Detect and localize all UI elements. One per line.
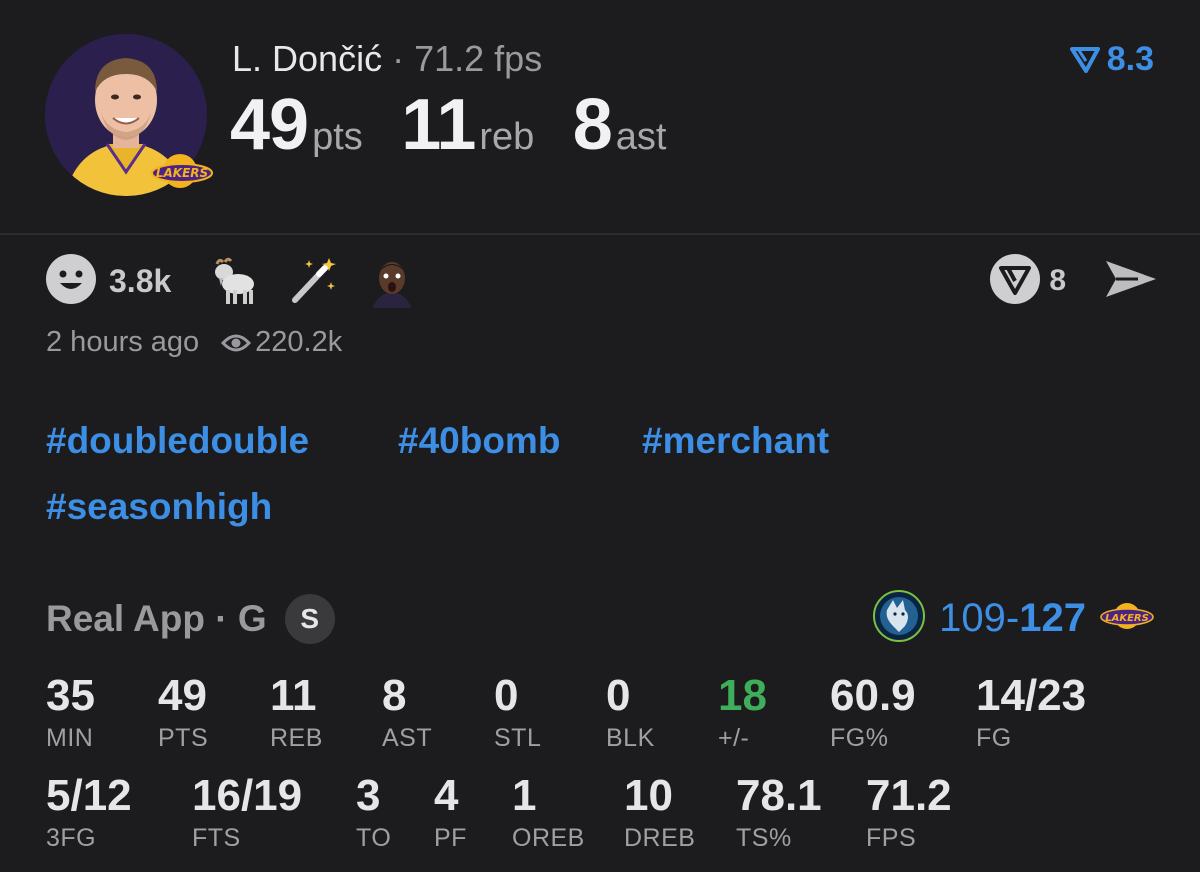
stat-value: 3 xyxy=(356,771,381,820)
player-name[interactable]: L. Dončić xyxy=(232,38,382,79)
stat-label: MIN xyxy=(46,724,94,752)
stat-label: DREB xyxy=(624,824,696,852)
post-meta: 2 hours ago 220.2k xyxy=(46,326,342,359)
stat-value: 1 xyxy=(512,771,537,820)
points-unit: pts xyxy=(312,116,363,158)
stat-to: 3 TO xyxy=(356,774,391,853)
hashtag-seasonhigh[interactable]: #seasonhigh xyxy=(46,486,272,528)
stat-label: BLK xyxy=(606,724,655,752)
view-counter: 220.2k xyxy=(221,326,342,359)
stat-value: 4 xyxy=(434,771,459,820)
stat-plus-minus: 18 +/- xyxy=(718,674,767,753)
rebounds-value: 11 xyxy=(401,85,476,165)
stat-value: 16/19 xyxy=(192,771,303,820)
reaction-count: 3.8k xyxy=(109,262,172,299)
points-value: 49 xyxy=(230,85,309,165)
hashtag-doubledouble[interactable]: #doubledouble xyxy=(46,420,309,462)
view-count: 220.2k xyxy=(255,326,343,358)
eye-icon xyxy=(221,334,252,351)
stat-label: OREB xyxy=(512,824,585,852)
header-divider xyxy=(0,233,1200,235)
stat-label: FPS xyxy=(866,824,917,852)
rating-triangle-icon xyxy=(1069,46,1100,73)
score-text: 109-127 xyxy=(939,596,1086,641)
stat-value: 8 xyxy=(382,671,407,720)
lakers-logo-icon: LAKERS xyxy=(150,152,214,190)
smiley-reaction-icon[interactable] xyxy=(45,253,97,310)
player-name-line: L. Dončić · 71.2 fps xyxy=(232,38,542,80)
score-dash: - xyxy=(1005,596,1020,640)
share-send-icon[interactable] xyxy=(1104,257,1158,306)
hashtag-merchant[interactable]: #merchant xyxy=(642,420,829,462)
name-separator: · xyxy=(392,38,405,79)
stat-label: PF xyxy=(434,824,467,852)
stat-label: STL xyxy=(494,724,542,752)
away-score: 109 xyxy=(939,596,1006,640)
rating-value: 8.3 xyxy=(1106,40,1154,78)
stat-fps: 71.2 FPS xyxy=(866,774,952,853)
shocked-face-emoji-icon[interactable] xyxy=(365,254,419,308)
assists-unit: ast xyxy=(615,116,667,158)
stat-value: 60.9 xyxy=(830,671,916,720)
stat-3fg: 5/12 3FG xyxy=(46,774,132,853)
stat-reb: 11 REB xyxy=(270,674,323,753)
stat-fg-pct: 60.9 FG% xyxy=(830,674,916,753)
stat-oreb: 1 OREB xyxy=(512,774,585,853)
stat-blk: 0 BLK xyxy=(606,674,655,753)
stat-label: AST xyxy=(382,724,433,752)
stat-value: 78.1 xyxy=(736,771,822,820)
headline-stats: 49 pts 11 reb 8 ast xyxy=(230,84,701,166)
goat-emoji-icon[interactable] xyxy=(205,254,259,308)
stat-label: PTS xyxy=(158,724,209,752)
stat-label: +/- xyxy=(718,724,750,752)
timberwolves-logo-icon xyxy=(873,590,926,647)
post-timestamp: 2 hours ago xyxy=(46,326,200,358)
stat-value: 11 xyxy=(270,671,317,720)
game-source-label: Real App · G xyxy=(46,598,267,639)
hashtag-40bomb[interactable]: #40bomb xyxy=(398,420,560,462)
reactions-row: 3.8k xyxy=(45,253,445,310)
game-score[interactable]: 109-127 LAKERS xyxy=(873,590,1154,647)
stat-ast: 8 AST xyxy=(382,674,432,753)
stat-value: 49 xyxy=(158,671,207,720)
stat-label: FTS xyxy=(192,824,241,852)
fantasy-points: 71.2 fps xyxy=(414,38,543,79)
stat-label: 3FG xyxy=(46,824,97,852)
status-badge[interactable]: S xyxy=(284,594,335,644)
rebounds-unit: reb xyxy=(479,116,535,158)
stat-value: 0 xyxy=(606,671,631,720)
stat-label: FG xyxy=(976,724,1012,752)
stat-label: TO xyxy=(356,824,392,852)
lakers-logo-icon: LAKERS xyxy=(1100,600,1154,637)
game-source: Real App · G S xyxy=(46,594,335,644)
assists-value: 8 xyxy=(572,85,613,165)
stat-fts: 16/19 FTS xyxy=(192,774,302,853)
vote-count: 8 xyxy=(1049,264,1066,297)
stat-ts-pct: 78.1 TS% xyxy=(736,774,822,853)
stat-value: 0 xyxy=(494,671,519,720)
stat-value: 71.2 xyxy=(866,771,952,820)
stat-value: 10 xyxy=(624,771,673,820)
magic-wand-emoji-icon[interactable] xyxy=(285,254,339,308)
stat-value: 18 xyxy=(718,671,767,720)
stat-value: 35 xyxy=(46,671,95,720)
post-actions: 8 xyxy=(989,253,1158,310)
stat-label: TS% xyxy=(736,824,792,852)
stat-dreb: 10 DREB xyxy=(624,774,695,853)
stat-pts: 49 PTS xyxy=(158,674,208,753)
stat-value: 5/12 xyxy=(46,771,132,820)
rating-badge[interactable]: 8.3 xyxy=(1069,40,1154,79)
svg-text:LAKERS: LAKERS xyxy=(1105,613,1149,624)
stat-min: 35 MIN xyxy=(46,674,95,753)
vote-triangle-icon[interactable] xyxy=(989,253,1041,310)
stat-label: REB xyxy=(270,724,323,752)
stat-label: FG% xyxy=(830,724,889,752)
stat-stl: 0 STL xyxy=(494,674,541,753)
svg-text:LAKERS: LAKERS xyxy=(156,166,208,180)
stat-pf: 4 PF xyxy=(434,774,467,853)
home-score: 127 xyxy=(1019,596,1086,640)
stat-fg: 14/23 FG xyxy=(976,674,1086,753)
stat-value: 14/23 xyxy=(976,671,1087,720)
